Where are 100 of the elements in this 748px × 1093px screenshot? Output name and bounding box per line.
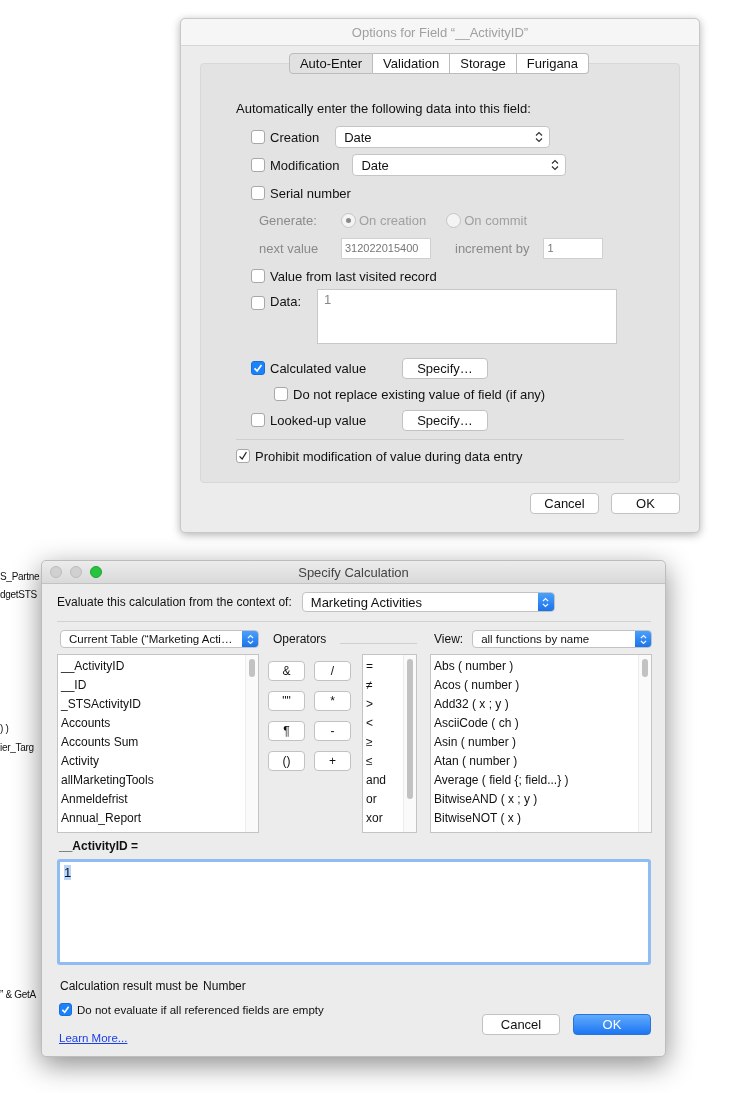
list-item[interactable]: > [366, 695, 403, 714]
window-title: Options for Field “__ActivityID” [351, 24, 529, 40]
field-label: next value [259, 240, 320, 256]
background-text: S_Partne [0, 571, 40, 583]
result-type: Number [203, 979, 246, 993]
checkbox[interactable] [251, 130, 265, 144]
checkbox[interactable] [251, 296, 265, 310]
list-item[interactable]: Accounts Sum [61, 733, 245, 752]
tab[interactable]: Storage [450, 53, 517, 74]
list-item[interactable]: < [366, 714, 403, 733]
context-label: Evaluate this calculation from the context of: [57, 595, 292, 609]
checkbox[interactable] [274, 387, 288, 401]
checkbox[interactable] [236, 449, 250, 463]
chevron-icon [537, 593, 554, 611]
checkbox-label: Data: [270, 294, 303, 309]
dropdown[interactable]: Date [352, 154, 567, 176]
tab[interactable]: Auto-Enter [288, 53, 374, 74]
list-item[interactable]: Atan ( number ) [434, 752, 638, 771]
field-label: increment by [455, 240, 530, 256]
checkbox[interactable] [59, 1003, 72, 1016]
background-text: ier_Targ [0, 742, 34, 754]
minimize-icon[interactable] [70, 566, 82, 578]
list-item[interactable]: ≥ [366, 733, 403, 752]
checkbox-label: Creation [270, 129, 320, 145]
chevron-icon [635, 631, 651, 647]
operator-button[interactable]: * [314, 691, 351, 711]
list-item[interactable]: BitwiseAND ( x ; y ) [434, 790, 638, 809]
list-item[interactable]: ≠ [366, 676, 403, 695]
field-label: Generate: [259, 212, 318, 228]
formula-editor[interactable]: 1 [57, 859, 651, 965]
tab[interactable]: Furigana [516, 53, 590, 74]
specify-button[interactable]: Specify… [402, 409, 488, 431]
list-item[interactable]: _STSActivityID [61, 695, 245, 714]
checkbox-label: Serial number [270, 185, 351, 201]
checkbox[interactable] [251, 269, 265, 283]
view-label: View: [434, 632, 464, 646]
zoom-icon[interactable] [90, 566, 102, 578]
cancel-button[interactable]: Cancel [482, 1014, 560, 1035]
checkbox-label: Modification [270, 157, 340, 173]
scrollbar[interactable] [407, 659, 413, 799]
section-heading: Automatically enter the following data into this field: [236, 100, 532, 118]
list-item[interactable]: __ActivityID [61, 657, 245, 676]
list-item[interactable]: or [366, 790, 403, 809]
operator-button[interactable]: / [314, 661, 351, 681]
chevron-icon [535, 131, 544, 143]
background-text: dgetSTS [0, 589, 37, 601]
radio-label: On creation [359, 212, 427, 228]
text-area[interactable]: 1 [317, 289, 617, 344]
list-item[interactable]: __ID [61, 676, 245, 695]
result-label: Calculation result must be [60, 979, 199, 993]
list-item[interactable]: allMarketingTools [61, 771, 245, 790]
close-icon[interactable] [50, 566, 62, 578]
list-item[interactable]: Anmeldefrist [61, 790, 245, 809]
formula-label: __ActivityID = [59, 839, 140, 853]
list-item[interactable]: and [366, 771, 403, 790]
list-item[interactable]: Asin ( number ) [434, 733, 638, 752]
list-item[interactable]: Accounts [61, 714, 245, 733]
list-item[interactable]: Activity [61, 752, 245, 771]
list-item[interactable]: BitwiseNOT ( x ) [434, 809, 638, 828]
operator-button[interactable]: & [268, 661, 305, 681]
list-item[interactable]: = [366, 657, 403, 676]
checkbox[interactable] [251, 361, 265, 375]
list-item[interactable]: Acos ( number ) [434, 676, 638, 695]
list-item[interactable]: ≤ [366, 752, 403, 771]
chevron-icon [551, 159, 560, 171]
checkbox-label: Calculated value [270, 360, 368, 376]
operator-button[interactable]: "" [268, 691, 305, 711]
tab[interactable]: Validation [373, 53, 451, 74]
list-item[interactable]: Abs ( number ) [434, 657, 638, 676]
operator-button[interactable]: - [314, 721, 351, 741]
list-item[interactable]: Add32 ( x ; y ) [434, 695, 638, 714]
view-dropdown[interactable]: all functions by name [472, 630, 652, 648]
operator-button[interactable]: () [268, 751, 305, 771]
window-title: Specify Calculation [298, 564, 409, 580]
checkbox-label: Value from last visited record [270, 268, 437, 284]
ok-button[interactable]: OK [611, 493, 680, 514]
cancel-button[interactable]: Cancel [530, 493, 599, 514]
checkbox-label: Do not evaluate if all referenced fields are empty [77, 1003, 324, 1016]
list-item[interactable]: xor [366, 809, 403, 828]
scrollbar[interactable] [249, 659, 255, 677]
checkbox-label: Prohibit modification of value during data entry [255, 448, 523, 464]
checkbox-label: Do not replace existing value of field (if any) [293, 386, 546, 402]
list-item[interactable]: Average ( field {; field...} ) [434, 771, 638, 790]
checkbox-label: Looked-up value [270, 412, 368, 428]
dropdown[interactable]: Date [335, 126, 551, 148]
specify-button[interactable]: Specify… [402, 357, 488, 379]
operator-button[interactable]: ¶ [268, 721, 305, 741]
list-item[interactable]: Annual_Report [61, 809, 245, 828]
list-item[interactable]: AsciiCode ( ch ) [434, 714, 638, 733]
context-dropdown[interactable]: Marketing Activities [301, 592, 555, 612]
radio-label: On commit [464, 212, 528, 228]
background-text: ” & GetA [0, 989, 36, 1001]
checkbox[interactable] [251, 158, 265, 172]
table-dropdown[interactable]: Current Table (“Marketing Acti… [60, 630, 259, 648]
operator-button[interactable]: + [314, 751, 351, 771]
chevron-icon [242, 631, 258, 647]
checkbox[interactable] [251, 413, 265, 427]
learn-more-link[interactable]: Learn More... [59, 1032, 128, 1044]
scrollbar[interactable] [642, 659, 648, 677]
background-text: ) ) [0, 723, 9, 735]
